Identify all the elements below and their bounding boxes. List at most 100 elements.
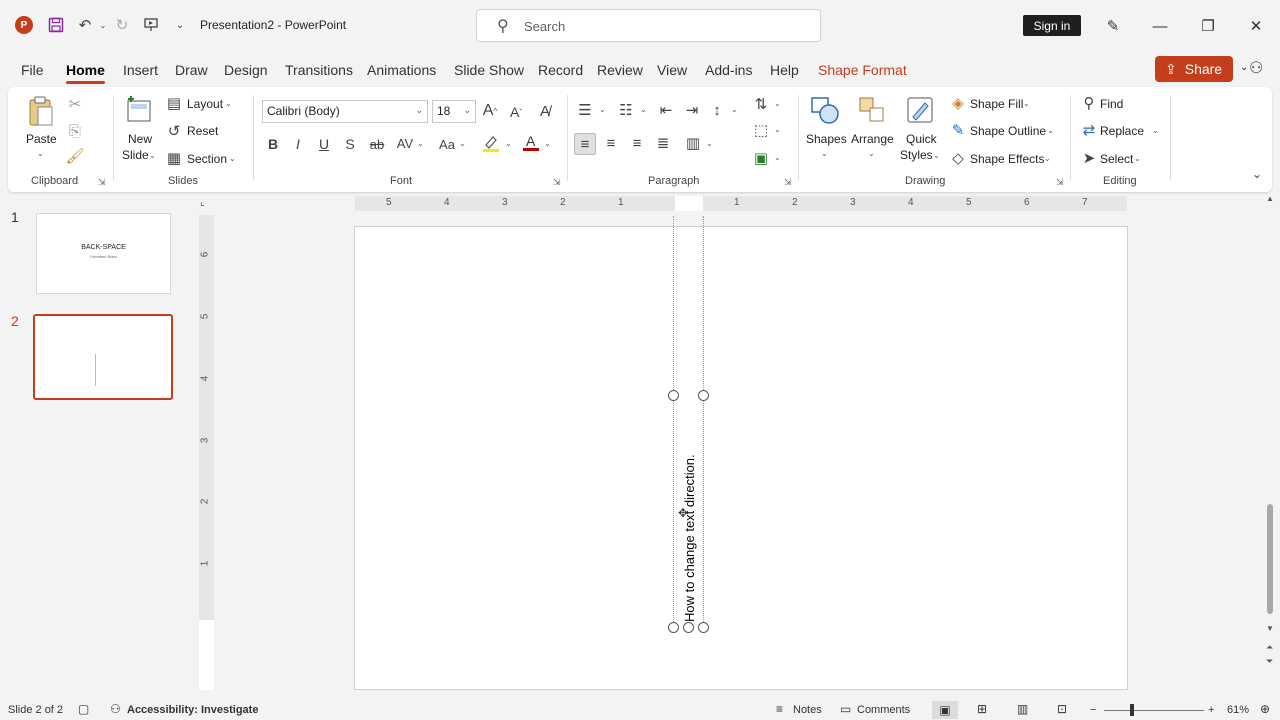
fit-to-window-icon[interactable]: ⊕ — [1260, 702, 1270, 716]
shape-fill-label[interactable]: Shape Fill — [970, 97, 1023, 111]
resize-handle[interactable] — [668, 622, 679, 633]
scrollbar-thumb[interactable] — [1267, 504, 1273, 614]
reset-icon[interactable]: ↺ — [166, 123, 182, 140]
tab-review[interactable]: Review — [597, 62, 643, 78]
columns-dropdown-icon[interactable]: ⌄ — [706, 139, 713, 148]
format-painter-icon[interactable]: 🖌 — [65, 147, 84, 165]
copy-icon[interactable]: ⎘ — [66, 122, 84, 140]
slideshow-icon[interactable]: ⊡ — [1057, 702, 1067, 716]
arrange-label[interactable]: Arrange — [851, 132, 894, 146]
tab-home[interactable]: Home — [66, 62, 105, 84]
change-case-dropdown-icon[interactable]: ⌄ — [459, 139, 466, 148]
close-button[interactable]: ✕ — [1244, 14, 1268, 38]
decrease-indent-icon[interactable]: ⇤ — [657, 101, 675, 119]
new-slide-icon[interactable] — [124, 95, 154, 125]
layout-icon[interactable]: ▤ — [166, 95, 182, 112]
normal-view-icon[interactable]: ▣ — [932, 701, 958, 719]
paste-label[interactable]: Paste — [26, 132, 57, 146]
slide-canvas[interactable] — [354, 226, 1128, 690]
smartart-dropdown-icon[interactable]: ⌄ — [774, 153, 781, 162]
shape-effects-label[interactable]: Shape Effects — [970, 152, 1045, 166]
paragraph-launcher-icon[interactable]: ⇲ — [784, 177, 792, 188]
tab-slide-show[interactable]: Slide Show — [454, 62, 524, 78]
text-direction-icon[interactable]: ⇅ — [752, 95, 770, 113]
find-icon[interactable]: ⚲ — [1081, 95, 1097, 112]
slide-thumbnail-2[interactable] — [33, 314, 173, 400]
zoom-slider[interactable] — [1104, 710, 1204, 711]
change-case-icon[interactable]: Aa — [436, 135, 458, 153]
strikethrough-icon[interactable]: ab — [367, 135, 387, 153]
copilot-icon[interactable]: ⚇ — [1249, 58, 1263, 78]
quick-styles-label-2[interactable]: Styles — [900, 148, 933, 162]
font-name-combo[interactable]: Calibri (Body) ⌄ — [262, 100, 428, 123]
collapse-ribbon-icon[interactable]: ⌄ — [1252, 167, 1262, 181]
slide-thumbnail-1[interactable]: BACK-SPACE Formatted Slides — [36, 213, 171, 294]
shapes-label[interactable]: Shapes — [806, 132, 847, 146]
align-center-icon[interactable]: ≡ — [602, 134, 620, 152]
font-color-icon[interactable]: A — [521, 132, 541, 152]
clear-formatting-icon[interactable]: A̸ — [535, 101, 555, 121]
vertical-textbox-text[interactable]: How to change text direction. — [682, 422, 697, 622]
font-size-combo[interactable]: 18 ⌄ — [432, 100, 476, 123]
reset-label[interactable]: Reset — [187, 124, 218, 138]
shape-fill-icon[interactable]: ◈ — [950, 95, 966, 112]
layout-label[interactable]: Layout — [187, 97, 223, 111]
shape-fill-dropdown-icon[interactable]: ⌄ — [1023, 99, 1030, 108]
drawing-launcher-icon[interactable]: ⇲ — [1056, 177, 1064, 188]
resize-handle[interactable] — [698, 390, 709, 401]
find-label[interactable]: Find — [1100, 97, 1123, 111]
notes-view-icon[interactable]: ▢ — [78, 702, 89, 716]
smartart-icon[interactable]: ▣ — [752, 149, 770, 167]
tab-animations[interactable]: Animations — [367, 62, 436, 78]
customize-toolbar-icon[interactable]: ⌄ — [169, 14, 191, 36]
tab-shape-format[interactable]: Shape Format — [818, 62, 907, 78]
resize-handle[interactable] — [698, 622, 709, 633]
columns-icon[interactable]: ▥ — [684, 134, 702, 152]
search-input[interactable]: ⚲ Search — [476, 9, 821, 42]
tab-record[interactable]: Record — [538, 62, 583, 78]
highlight-icon[interactable] — [481, 133, 501, 153]
tab-help[interactable]: Help — [770, 62, 799, 78]
align-text-icon[interactable]: ⬚ — [752, 121, 770, 139]
tab-add-ins[interactable]: Add-ins — [705, 62, 752, 78]
vertical-ruler[interactable]: 6 5 4 3 2 1 — [199, 215, 214, 690]
pen-icon[interactable]: ✎ — [1101, 14, 1125, 38]
zoom-slider-thumb[interactable] — [1130, 704, 1134, 716]
tab-file[interactable]: File — [21, 62, 44, 78]
new-slide-label-2[interactable]: Slide — [122, 148, 149, 162]
clipboard-launcher-icon[interactable]: ⇲ — [98, 177, 106, 188]
replace-dropdown-icon[interactable]: ⌄ — [1152, 126, 1159, 135]
shape-effects-icon[interactable]: ◇ — [950, 150, 966, 167]
increase-font-size-icon[interactable]: A ^ — [481, 101, 499, 121]
scroll-down-icon[interactable]: ▼ — [1266, 624, 1274, 633]
replace-icon[interactable]: ⇄ — [1081, 122, 1097, 139]
comments-button[interactable]: Comments — [857, 704, 910, 716]
tab-draw[interactable]: Draw — [175, 62, 208, 78]
resize-handle[interactable] — [668, 390, 679, 401]
underline-icon[interactable]: U — [316, 135, 332, 153]
increase-indent-icon[interactable]: ⇥ — [683, 101, 701, 119]
paste-icon[interactable] — [26, 95, 54, 127]
align-left-icon[interactable]: ≡ — [574, 133, 596, 155]
shapes-icon[interactable] — [810, 95, 840, 125]
section-icon[interactable]: ▦ — [166, 150, 182, 167]
zoom-level[interactable]: 61% — [1227, 704, 1249, 716]
horizontal-ruler[interactable]: 5 4 3 2 1 1 2 3 4 5 6 7 — [355, 196, 1127, 211]
save-icon[interactable] — [45, 14, 67, 36]
shape-effects-dropdown-icon[interactable]: ⌄ — [1044, 154, 1051, 163]
section-label[interactable]: Section — [187, 152, 227, 166]
tab-insert[interactable]: Insert — [123, 62, 158, 78]
restore-button[interactable]: ❐ — [1196, 14, 1220, 38]
font-color-dropdown-icon[interactable]: ⌄ — [544, 139, 551, 148]
previous-slide-icon[interactable]: ⏶ — [1266, 642, 1273, 653]
quick-styles-dropdown-icon[interactable]: ⌄ — [933, 151, 940, 160]
tab-design[interactable]: Design — [224, 62, 268, 78]
text-direction-dropdown-icon[interactable]: ⌄ — [774, 99, 781, 108]
accessibility-icon[interactable]: ⚇ — [110, 702, 121, 716]
character-spacing-dropdown-icon[interactable]: ⌄ — [417, 139, 424, 148]
vertical-scrollbar[interactable]: ▲ ▼ ⏶ ⏷ — [1266, 194, 1276, 674]
new-slide-label-1[interactable]: New — [128, 132, 152, 146]
numbering-icon[interactable]: ☷ — [617, 101, 635, 119]
comments-icon[interactable]: ▭ — [840, 702, 851, 716]
section-dropdown-icon[interactable]: ⌄ — [229, 154, 236, 163]
